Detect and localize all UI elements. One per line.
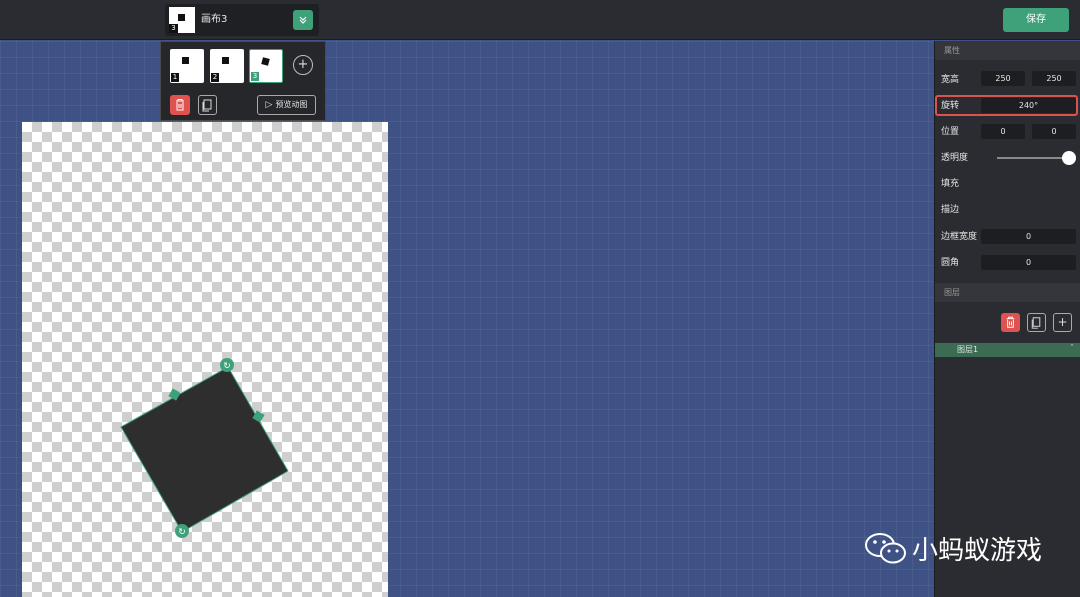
frame-shape (182, 57, 189, 64)
opacity-slider-knob[interactable] (1062, 151, 1076, 165)
canvas-selector[interactable]: 3 画布3 (165, 4, 319, 36)
opacity-label: 透明度 (941, 153, 969, 163)
selected-shape-layer[interactable]: ↻ ↻ (22, 122, 388, 597)
copy-layer-button[interactable] (1027, 313, 1046, 332)
rotation-label: 旋转 (941, 101, 960, 111)
frame-thumb-1[interactable]: 1 (170, 49, 204, 83)
add-frame-button[interactable]: + (293, 55, 313, 75)
frame-number: 1 (171, 73, 179, 82)
delete-frame-button[interactable] (170, 95, 190, 115)
copy-frame-button[interactable] (198, 95, 217, 115)
frame-thumb-3[interactable]: 3 (249, 49, 283, 83)
size-label: 宽高 (941, 75, 960, 85)
canvas-thumbnail: 3 (169, 7, 195, 33)
position-x-input[interactable]: 0 (981, 124, 1025, 139)
canvas-title: 画布3 (201, 14, 228, 25)
rotated-square-shape[interactable] (120, 366, 289, 533)
play-icon: ▷ (265, 100, 273, 110)
radius-label: 圆角 (941, 258, 960, 268)
preview-label: 预览动图 (275, 100, 308, 109)
rotate-icon-glyph: ↻ (178, 528, 186, 538)
artboard[interactable]: ↻ ↻ (22, 122, 388, 597)
preview-animation-button[interactable]: ▷ 预览动图 (257, 95, 316, 115)
layers-section-title: 图层 (935, 283, 1080, 302)
position-y-input[interactable]: 0 (1032, 124, 1076, 139)
layer-item[interactable]: 图层1 ⌃ (935, 343, 1080, 357)
layer-item-label: 图层1 (957, 345, 979, 354)
frame-number: 2 (211, 73, 219, 82)
position-label: 位置 (941, 127, 960, 137)
opacity-slider-track[interactable] (997, 157, 1067, 159)
frame-shape (222, 57, 229, 64)
trash-icon (1006, 316, 1015, 328)
rotate-handle-glyph: ↻ (223, 362, 231, 372)
canvas-number: 3 (169, 24, 178, 33)
frame-thumb-2[interactable]: 2 (210, 49, 244, 83)
add-layer-button[interactable]: + (1053, 313, 1072, 332)
save-button[interactable]: 保存 (1003, 8, 1069, 32)
properties-panel: 属性 宽高 250 250 旋转 240° 位置 0 0 透明度 填充 描边 边… (934, 41, 1080, 597)
chevron-double-down-icon[interactable] (293, 10, 313, 30)
delete-layer-button[interactable] (1001, 313, 1020, 332)
stroke-label: 描边 (941, 205, 960, 215)
thumbnail-shape (178, 14, 185, 21)
frame-number: 3 (251, 72, 259, 81)
width-input[interactable]: 250 (981, 71, 1025, 86)
copy-icon (202, 99, 212, 112)
rotation-input[interactable]: 240° (981, 98, 1076, 113)
caret-up-icon[interactable]: ⌃ (1069, 340, 1075, 354)
watermark-text: 小蚂蚁游戏 (912, 535, 1043, 566)
copy-icon (1031, 317, 1041, 329)
border-width-label: 边框宽度 (941, 232, 978, 242)
top-toolbar: 3 画布3 保存 (0, 0, 1080, 40)
fill-label: 填充 (941, 179, 960, 189)
properties-section-title: 属性 (935, 41, 1080, 60)
frame-shape (261, 57, 270, 66)
height-input[interactable]: 250 (1032, 71, 1076, 86)
frames-panel: 1 2 3 + ▷ 预览动图 (160, 41, 326, 121)
trash-icon (176, 99, 184, 111)
border-width-input[interactable]: 0 (981, 229, 1076, 244)
watermark: 小蚂蚁游戏 (864, 530, 1042, 566)
wechat-icon (865, 533, 906, 564)
radius-input[interactable]: 0 (981, 255, 1076, 270)
